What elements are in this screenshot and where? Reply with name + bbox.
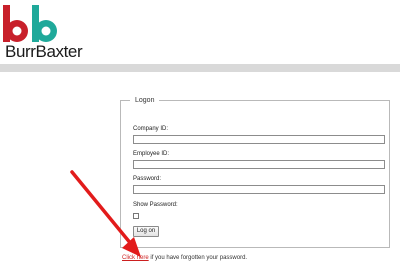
bb-logo-icon: [3, 5, 57, 42]
forgot-password-link[interactable]: Click here: [122, 255, 149, 261]
brand-name: BurrBaxter: [5, 42, 83, 61]
company-id-label: Company ID:: [133, 126, 169, 132]
logon-fieldset: Logon Company ID: Employee ID: Password:…: [120, 96, 390, 248]
forgot-password-line: Click here if you have forgotten your pa…: [122, 254, 247, 262]
employee-id-input[interactable]: [133, 160, 385, 169]
company-id-input[interactable]: [133, 135, 385, 144]
burrbaxter-logo: BurrBaxter: [2, 4, 97, 62]
logon-legend: Logon: [130, 96, 160, 105]
log-on-button[interactable]: Log on: [133, 226, 159, 237]
show-password-label: Show Password:: [133, 202, 178, 208]
forgot-password-text: if you have forgotten your password.: [148, 255, 248, 261]
password-input[interactable]: [133, 185, 385, 194]
password-label: Password:: [133, 176, 162, 182]
show-password-checkbox[interactable]: [133, 213, 139, 219]
login-page: BurrBaxter Logon Company ID: Employee ID…: [0, 0, 400, 276]
employee-id-label: Employee ID:: [133, 151, 170, 157]
header-bar: [0, 64, 400, 72]
